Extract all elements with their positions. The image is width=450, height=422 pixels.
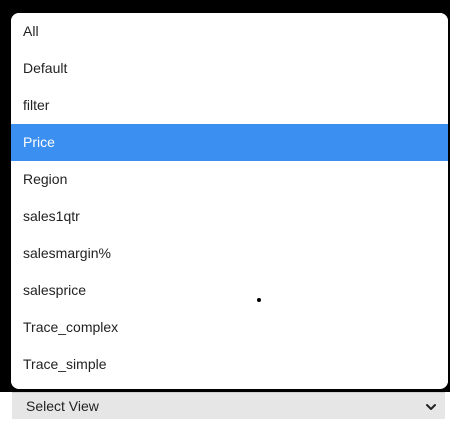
option-price[interactable]: Price [11,124,448,161]
select-view-label: Select View [26,398,99,414]
option-salesprice[interactable]: salesprice [11,272,448,309]
option-filter[interactable]: filter [11,87,448,124]
view-dropdown-list: All Default filter Price Region sales1qt… [11,13,448,389]
chevron-down-icon[interactable] [425,400,437,412]
option-sales1qtr[interactable]: sales1qtr [11,198,448,235]
view-selector-screen: All Default filter Price Region sales1qt… [0,0,450,422]
option-salesmargin[interactable]: salesmargin% [11,235,448,272]
mouse-cursor-dot [257,298,261,302]
option-default[interactable]: Default [11,50,448,87]
select-view-dropdown[interactable]: Select View [12,392,445,419]
option-all[interactable]: All [11,13,448,50]
option-trace-complex[interactable]: Trace_complex [11,309,448,346]
option-trace-simple[interactable]: Trace_simple [11,346,448,383]
option-region[interactable]: Region [11,161,448,198]
